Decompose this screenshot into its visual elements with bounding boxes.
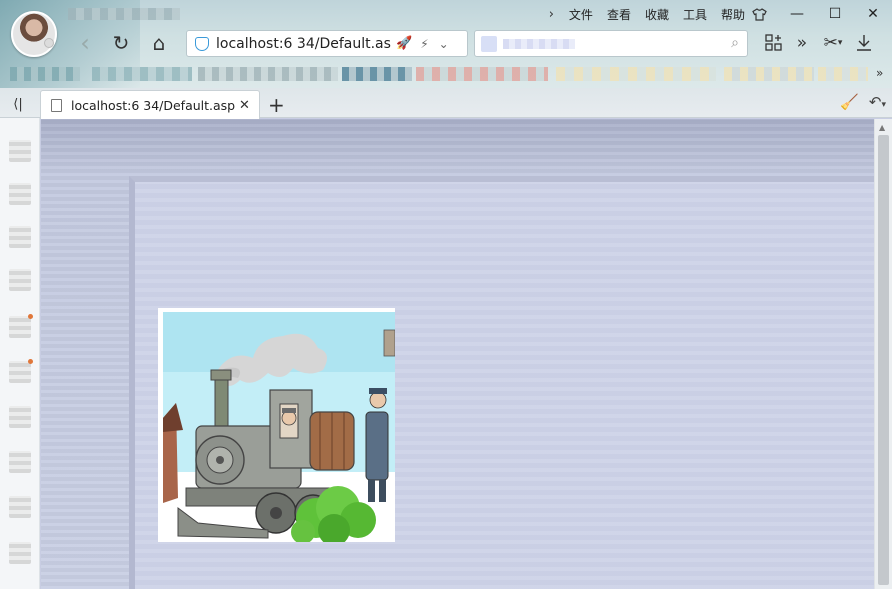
apps-grid-button[interactable] (760, 29, 788, 57)
lightning-icon[interactable]: ⚡ (420, 37, 428, 51)
sidebar-item[interactable] (9, 496, 31, 518)
page-document-icon (51, 98, 62, 112)
search-icon[interactable]: ⌕ (731, 35, 739, 51)
refresh-button[interactable]: ↻ (108, 30, 134, 56)
scroll-up-arrow-icon[interactable]: ▲ (879, 123, 885, 132)
sidebar-item[interactable] (9, 269, 31, 291)
scissors-icon: ✂ (823, 33, 838, 53)
apps-grid-icon (765, 34, 782, 51)
bookmark-item[interactable] (556, 67, 716, 81)
chevron-down-icon[interactable]: ⌄ (439, 37, 449, 51)
tab-close-icon[interactable]: ✕ (239, 98, 250, 113)
sidebar-item[interactable] (9, 314, 33, 338)
home-button[interactable]: ⌂ (146, 30, 172, 56)
undo-close-tab-icon[interactable]: ↶▾ (869, 93, 886, 111)
maximize-button[interactable]: ☐ (816, 0, 854, 28)
tab-strip-actions: 🧹 ↶▾ (840, 93, 886, 111)
skin-button[interactable] (740, 0, 778, 28)
notification-dot (28, 359, 33, 364)
search-engine-icon[interactable] (481, 36, 497, 52)
bookmark-item[interactable] (92, 67, 192, 81)
browser-titlebar: › 文件 查看 收藏 工具 帮助 — ☐ ✕ ‹ ↻ ⌂ localhost:6… (0, 0, 892, 90)
avatar-status-dot (44, 38, 54, 48)
scroll-thumb[interactable] (878, 135, 889, 585)
sidebar-item[interactable] (9, 183, 31, 205)
user-name-blurred[interactable] (68, 8, 180, 20)
menu-file[interactable]: 文件 (569, 6, 593, 23)
bookmarks-more-icon[interactable]: » (876, 66, 883, 80)
sidebar-item[interactable] (9, 451, 31, 473)
bookmarks-bar-blurred: » (0, 62, 892, 86)
window-controls: — ☐ ✕ (740, 0, 892, 28)
menu-bar: › 文件 查看 收藏 工具 帮助 (549, 4, 752, 24)
sidebar-item[interactable] (9, 359, 33, 383)
left-sidebar (0, 118, 40, 589)
menu-view[interactable]: 查看 (607, 6, 631, 23)
bookmark-item[interactable] (342, 67, 412, 81)
back-button[interactable]: ‹ (72, 29, 98, 57)
menu-tools[interactable]: 工具 (683, 6, 707, 23)
tab-strip: ⟨| localhost:6 34/Default.asp ✕ + 🧹 ↶▾ (0, 88, 892, 119)
menu-expand-icon[interactable]: › (549, 7, 554, 22)
bookmark-item[interactable] (198, 67, 338, 81)
sidebar-item[interactable] (9, 406, 31, 428)
shirt-icon (751, 7, 767, 21)
search-input[interactable] (503, 39, 575, 49)
bookmark-item[interactable] (10, 67, 80, 81)
screenshot-button[interactable]: ✂ ▾ (816, 29, 850, 57)
page-viewport (41, 119, 874, 589)
rocket-icon[interactable]: 🚀 (396, 36, 412, 51)
more-tools-button[interactable]: » (788, 29, 816, 57)
tab-title[interactable]: localhost:6 34/Default.asp (71, 98, 235, 113)
bookmark-item[interactable] (724, 67, 814, 81)
address-url[interactable]: localhost:6 34/Default.as (216, 36, 394, 52)
close-window-button[interactable]: ✕ (854, 0, 892, 28)
sidebar-item[interactable] (9, 140, 31, 162)
sidebar-toggle-button[interactable]: ⟨| (6, 94, 30, 114)
security-shield-icon[interactable] (195, 36, 209, 51)
tab-active[interactable]: localhost:6 34/Default.asp ✕ (40, 90, 260, 119)
user-avatar[interactable] (11, 11, 57, 57)
vertical-scrollbar[interactable]: ▲ (874, 119, 892, 589)
download-button[interactable] (850, 29, 878, 57)
sidebar-item[interactable] (9, 226, 31, 248)
double-chevron-icon: » (796, 33, 808, 53)
train-illustration-image (158, 308, 395, 542)
download-icon (857, 35, 871, 51)
notification-dot (28, 314, 33, 319)
bookmark-item[interactable] (416, 67, 548, 81)
search-box[interactable]: ⌕ (474, 30, 748, 57)
minimize-button[interactable]: — (778, 0, 816, 28)
bookmark-item[interactable] (818, 67, 868, 81)
cleanup-icon[interactable]: 🧹 (840, 93, 859, 111)
sidebar-item[interactable] (9, 542, 31, 564)
toolbar-icons: » ✂ ▾ (760, 28, 878, 58)
new-tab-button[interactable]: + (268, 93, 285, 117)
menu-favorites[interactable]: 收藏 (645, 6, 669, 23)
address-bar[interactable]: localhost:6 34/Default.as 🚀 ⚡ ⌄ (186, 30, 468, 57)
